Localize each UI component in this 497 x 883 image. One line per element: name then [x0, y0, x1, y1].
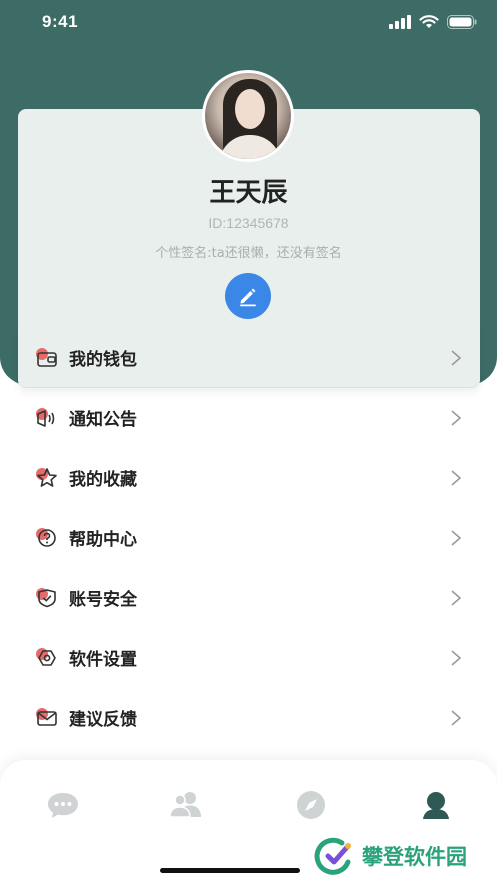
- user-signature: 个性签名:ta还很懒，还没有签名: [155, 246, 342, 261]
- settings-icon: [36, 648, 56, 666]
- help-icon: [36, 528, 56, 547]
- announcement-icon: [36, 408, 55, 427]
- watermark-text: 攀登软件园: [362, 845, 467, 869]
- chevron-right-icon: [451, 650, 462, 666]
- avatar[interactable]: [202, 70, 294, 162]
- menu-item-settings[interactable]: 软件设置: [18, 627, 480, 687]
- wallet-icon: [36, 348, 57, 367]
- star-icon: [36, 468, 57, 487]
- profile-icon[interactable]: [416, 788, 456, 822]
- compass-icon[interactable]: [291, 788, 331, 822]
- wifi-icon: [419, 15, 439, 28]
- edit-profile-button[interactable]: [225, 273, 271, 319]
- menu-label: 通知公告: [69, 409, 137, 430]
- chevron-right-icon: [451, 710, 462, 726]
- chevron-right-icon: [451, 410, 462, 426]
- menu-label: 建议反馈: [69, 709, 137, 730]
- chevron-right-icon: [451, 590, 462, 606]
- watermark-logo-icon: [314, 837, 351, 875]
- chat-icon[interactable]: [43, 788, 83, 822]
- shield-icon: [36, 588, 56, 608]
- menu-item-favorites[interactable]: 我的收藏: [18, 447, 480, 507]
- menu-item-wallet[interactable]: 我的钱包: [18, 327, 480, 387]
- battery-icon: [447, 15, 477, 29]
- menu-label: 我的钱包: [69, 349, 137, 370]
- menu-item-help-center[interactable]: 帮助中心: [18, 507, 480, 567]
- user-name: 王天辰: [209, 178, 288, 208]
- menu-item-announcements[interactable]: 通知公告: [18, 387, 480, 447]
- watermark: 攀登软件园: [312, 832, 467, 880]
- menu-item-feedback[interactable]: 建议反馈: [18, 687, 480, 747]
- mail-icon: [36, 708, 57, 726]
- chevron-right-icon: [451, 470, 462, 486]
- home-indicator: [160, 868, 300, 873]
- pencil-icon: [240, 288, 256, 307]
- menu-label: 帮助中心: [69, 529, 137, 550]
- user-id: ID:12345678: [208, 215, 289, 231]
- status-icons: [389, 15, 477, 29]
- signal-icon: [389, 15, 411, 29]
- status-bar: 9:41: [0, 0, 497, 48]
- menu-label: 我的收藏: [69, 469, 137, 490]
- menu-item-account-security[interactable]: 账号安全: [18, 567, 480, 627]
- menu-label: 软件设置: [69, 649, 137, 670]
- chevron-right-icon: [451, 350, 462, 366]
- status-time: 9:41: [42, 12, 79, 31]
- chevron-right-icon: [451, 530, 462, 546]
- menu-label: 账号安全: [69, 589, 137, 610]
- contacts-icon[interactable]: [166, 788, 206, 822]
